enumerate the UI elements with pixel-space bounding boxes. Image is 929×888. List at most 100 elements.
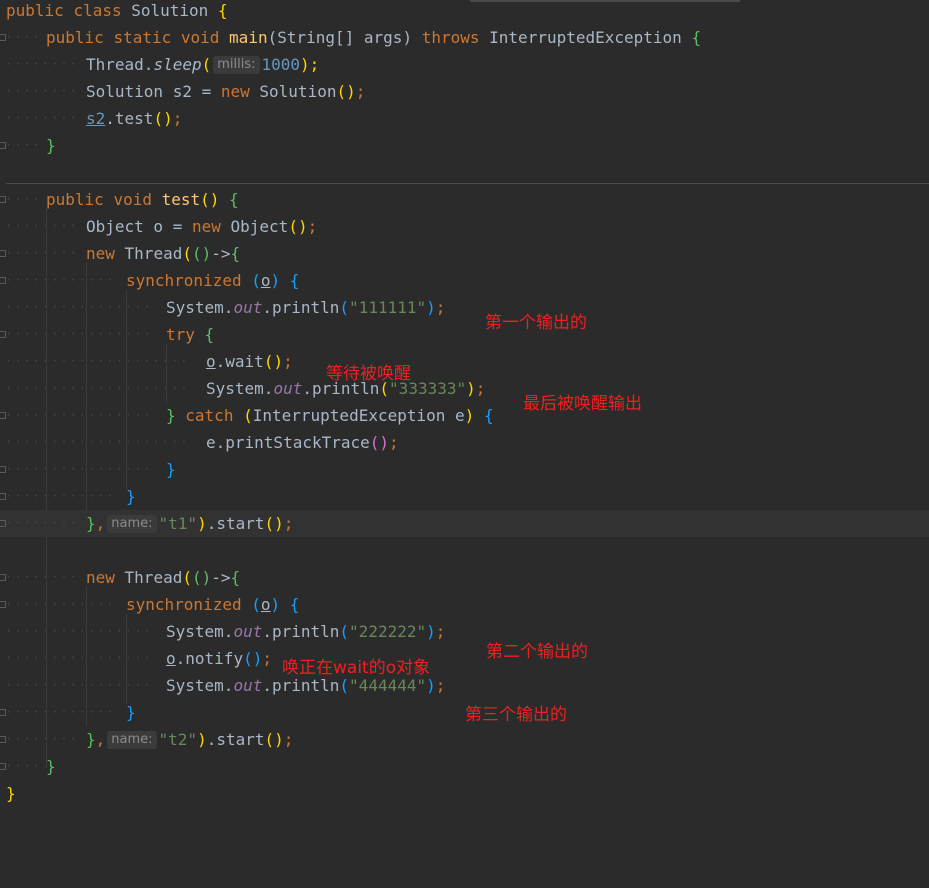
keyword: synchronized (126, 271, 242, 290)
class-ref: System. (166, 676, 234, 695)
method-call: .println (262, 676, 340, 695)
code-line[interactable]: ················ System.out.println("222… (0, 618, 929, 645)
static-field: out (273, 379, 303, 398)
paren: ( (339, 622, 350, 641)
class-ref: Object (220, 217, 289, 236)
code-line[interactable]: ················ } (0, 456, 929, 483)
brace: { (217, 1, 228, 20)
whitespace-dots: ················ (5, 327, 153, 341)
paren: ( (251, 595, 261, 614)
brace: { (289, 595, 300, 614)
code-line[interactable]: ················ System.out.println("111… (0, 294, 929, 321)
semicolon: ; (355, 82, 366, 101)
code-line[interactable]: ········ new Thread(()->{ (0, 240, 929, 267)
method-call: .notify (175, 649, 244, 668)
whitespace-dots: ········ (5, 732, 79, 746)
brace: } (6, 784, 16, 803)
paren: ( (243, 406, 253, 425)
code-line[interactable]: ············ } (0, 483, 929, 510)
brace: { (230, 244, 241, 263)
variable-ref[interactable]: o (166, 649, 176, 668)
variable-ref[interactable]: o (261, 271, 271, 290)
keyword: void (113, 190, 152, 209)
whitespace-dots: ············ (5, 705, 116, 719)
keyword: class (73, 1, 122, 20)
whitespace-dots: ················ (5, 678, 153, 692)
semicolon: ; (435, 298, 446, 317)
whitespace-dots: ········ (5, 219, 79, 233)
code-text: Solution s2 = (86, 82, 221, 101)
method-call: .test (105, 109, 154, 128)
code-line[interactable]: public class Solution { (0, 0, 929, 24)
static-field: out (233, 676, 263, 695)
static-field: out (233, 298, 263, 317)
paren: () (336, 82, 356, 101)
exception-type: InterruptedException e (252, 406, 465, 425)
semicolon: ; (283, 352, 293, 371)
code-line[interactable]: ···· public void test() { (0, 186, 929, 213)
paren: ) (464, 406, 475, 425)
paren: ); (300, 55, 320, 74)
variable-ref[interactable]: o (206, 352, 216, 371)
code-text: Object o = (86, 217, 192, 236)
whitespace-dots: ················ (5, 300, 153, 314)
code-line[interactable]: ············ synchronized (o) { (0, 267, 929, 294)
whitespace-dots: ········ (5, 84, 79, 98)
code-line[interactable]: ···· } (0, 132, 929, 159)
brace: } (166, 460, 176, 479)
paren: () (369, 433, 390, 452)
code-line[interactable]: ···················· o.wait(); (0, 348, 929, 375)
code-line[interactable]: ···················· System.out.println(… (0, 375, 929, 402)
comma: , (95, 514, 106, 533)
semicolon: ; (389, 433, 399, 452)
brace: { (691, 28, 702, 47)
string-literal: "t2" (158, 730, 198, 749)
code-editor[interactable]: public class Solution { ···· public stat… (0, 0, 929, 813)
param-hint: name: (107, 515, 157, 533)
whitespace-dots: ················ (5, 408, 153, 422)
variable-ref[interactable]: s2 (86, 109, 105, 128)
brace: } (126, 703, 136, 722)
code-line[interactable]: } (0, 780, 929, 807)
semicolon: ; (435, 622, 446, 641)
annotation-notify: 唤正在wait的o对象 (282, 658, 431, 678)
brace: { (229, 190, 239, 209)
brace: } (46, 136, 56, 155)
paren: () (264, 514, 284, 533)
annotation-first-output: 第一个输出的 (485, 313, 587, 333)
code-line[interactable]: ················ o.notify(); (0, 645, 929, 672)
number-literal: 1000 (261, 55, 301, 74)
class-ref: Thread (114, 568, 183, 587)
method-name: test (161, 190, 201, 209)
code-line[interactable]: ········ Thread.sleep(millis: 1000); (0, 51, 929, 78)
code-line[interactable]: ········ s2.test(); (0, 105, 929, 132)
method-separator (6, 183, 929, 184)
brace: { (204, 325, 215, 344)
class-ref: Thread (114, 244, 183, 263)
method-call: .println (262, 622, 340, 641)
whitespace-dots: ···· (5, 192, 42, 206)
code-line[interactable]: ········ Solution s2 = new Solution(); (0, 78, 929, 105)
paren: ) (426, 622, 436, 641)
keyword: new (86, 568, 115, 587)
code-line[interactable]: ················ } catch (InterruptedExc… (0, 402, 929, 429)
paren: ( (339, 298, 350, 317)
code-line[interactable]: ················ System.out.println("444… (0, 672, 929, 699)
code-line[interactable]: ···· public static void main(String[] ar… (0, 24, 929, 51)
code-line[interactable]: ········ new Thread(()->{ (0, 564, 929, 591)
whitespace-dots: ················ (5, 651, 153, 665)
code-line-current[interactable]: ········ }, name: "t1").start(); (0, 510, 929, 537)
paren: () (191, 568, 212, 587)
code-line[interactable]: ········ }, name: "t2").start(); (0, 726, 929, 753)
variable-ref[interactable]: o (261, 595, 271, 614)
keyword: synchronized (126, 595, 242, 614)
code-line[interactable]: ········ Object o = new Object(); (0, 213, 929, 240)
code-line[interactable]: ···· } (0, 753, 929, 780)
whitespace-dots: ········ (5, 246, 79, 260)
code-line[interactable]: ···················· e.printStackTrace()… (0, 429, 929, 456)
whitespace-dots: ············ (5, 489, 116, 503)
class-ref: System. (206, 379, 274, 398)
paren: () (264, 730, 284, 749)
code-line[interactable]: ············ synchronized (o) { (0, 591, 929, 618)
code-line[interactable]: ················ try { (0, 321, 929, 348)
